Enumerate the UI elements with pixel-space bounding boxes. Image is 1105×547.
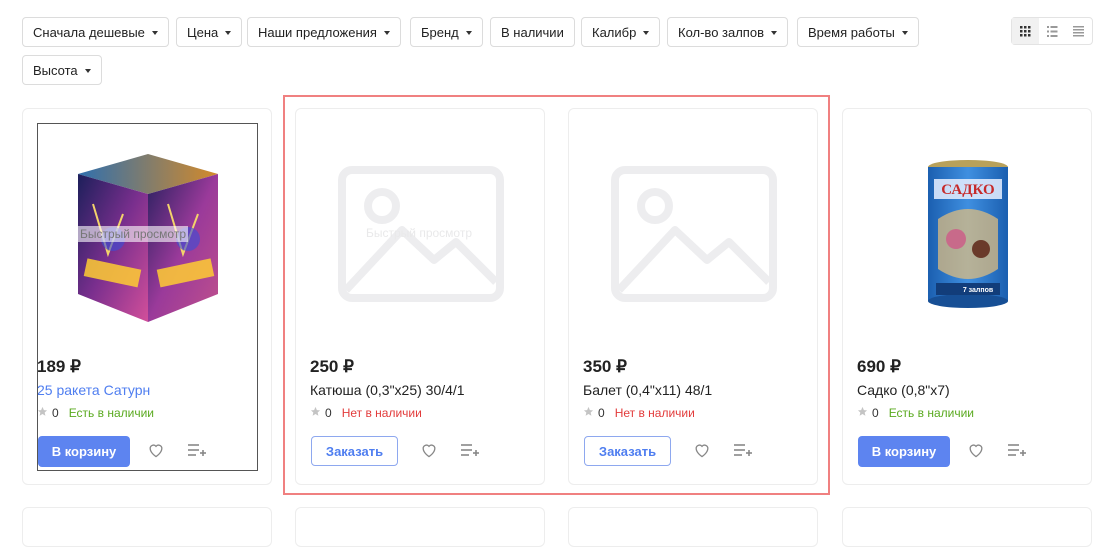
- star-icon: [37, 406, 48, 420]
- sadko-label-text: САДКО: [941, 182, 994, 198]
- caret-down-icon: [643, 30, 650, 35]
- compare-icon[interactable]: [1007, 442, 1027, 463]
- star-icon: [857, 406, 868, 420]
- grid-view-button[interactable]: [1012, 18, 1039, 44]
- filter-label: Калибр: [592, 25, 637, 40]
- filter-label: Сначала дешевые: [33, 25, 145, 40]
- product-card[interactable]: САДКО 7 залпов 690 ₽ Садко (0,8"х7) 0 Ес…: [842, 108, 1092, 485]
- caret-down-icon: [84, 68, 91, 73]
- add-to-cart-button[interactable]: В корзину: [858, 436, 950, 467]
- stock-status: Есть в наличии: [68, 406, 155, 420]
- product-card-next-row[interactable]: [22, 507, 272, 547]
- product-card-next-row[interactable]: [842, 507, 1092, 547]
- caret-down-icon: [225, 30, 232, 35]
- selection-highlight: [283, 95, 830, 495]
- favorite-heart-icon[interactable]: [147, 442, 165, 463]
- filter-in-stock[interactable]: В наличии: [490, 17, 575, 47]
- filter-label: В наличии: [501, 25, 564, 40]
- product-stock: 0 Есть в наличии: [37, 406, 154, 420]
- product-card-next-row[interactable]: [568, 507, 818, 547]
- filter-label: Бренд: [421, 25, 459, 40]
- product-price: 690 ₽: [857, 357, 901, 376]
- filter-label: Высота: [33, 63, 78, 78]
- compact-list-view-icon: [1073, 25, 1085, 36]
- product-price: 189 ₽: [37, 357, 81, 376]
- product-stock: 0 Есть в наличии: [857, 406, 974, 420]
- list-view-icon: [1046, 25, 1057, 37]
- stock-status: Есть в наличии: [888, 406, 975, 420]
- view-toggle: [1011, 17, 1093, 45]
- quick-view-label[interactable]: Быстрый просмотр: [78, 226, 189, 242]
- filter-duration[interactable]: Время работы: [797, 17, 919, 47]
- product-card[interactable]: Быстрый просмотр 189 ₽ 25 ракета Сатурн …: [22, 108, 272, 485]
- filter-shots[interactable]: Кол-во залпов: [667, 17, 788, 47]
- favorite-heart-icon[interactable]: [967, 442, 985, 463]
- filter-label: Наши предложения: [258, 25, 377, 40]
- filter-brand[interactable]: Бренд: [410, 17, 483, 47]
- filter-label: Время работы: [808, 25, 895, 40]
- compact-list-view-button[interactable]: [1065, 18, 1092, 44]
- product-card-next-row[interactable]: [295, 507, 545, 547]
- list-view-button[interactable]: [1039, 18, 1066, 44]
- filter-sort[interactable]: Сначала дешевые: [22, 17, 169, 47]
- caret-down-icon: [465, 30, 472, 35]
- rating-count: 0: [52, 406, 59, 420]
- caret-down-icon: [771, 30, 777, 35]
- filter-label: Кол-во залпов: [678, 25, 764, 40]
- rating-count: 0: [872, 406, 879, 420]
- caret-down-icon: [901, 30, 908, 35]
- add-to-cart-button[interactable]: В корзину: [38, 436, 130, 467]
- filter-offers[interactable]: Наши предложения: [247, 17, 401, 47]
- filter-label: Цена: [187, 25, 219, 40]
- caret-down-icon: [151, 30, 158, 35]
- filter-price[interactable]: Цена: [176, 17, 243, 47]
- filter-height[interactable]: Высота: [22, 55, 102, 85]
- grid-view-icon: [1019, 25, 1031, 36]
- product-image[interactable]: САДКО 7 залпов: [857, 123, 1079, 345]
- compare-icon[interactable]: [187, 442, 207, 463]
- shots-label-text: 7 залпов: [963, 287, 994, 294]
- product-title[interactable]: Садко (0,8"х7): [857, 382, 950, 398]
- filter-caliber[interactable]: Калибр: [581, 17, 661, 47]
- caret-down-icon: [383, 30, 390, 35]
- product-title-link[interactable]: 25 ракета Сатурн: [37, 382, 150, 398]
- fireworks-cylinder-image: САДКО 7 залпов: [928, 160, 1008, 308]
